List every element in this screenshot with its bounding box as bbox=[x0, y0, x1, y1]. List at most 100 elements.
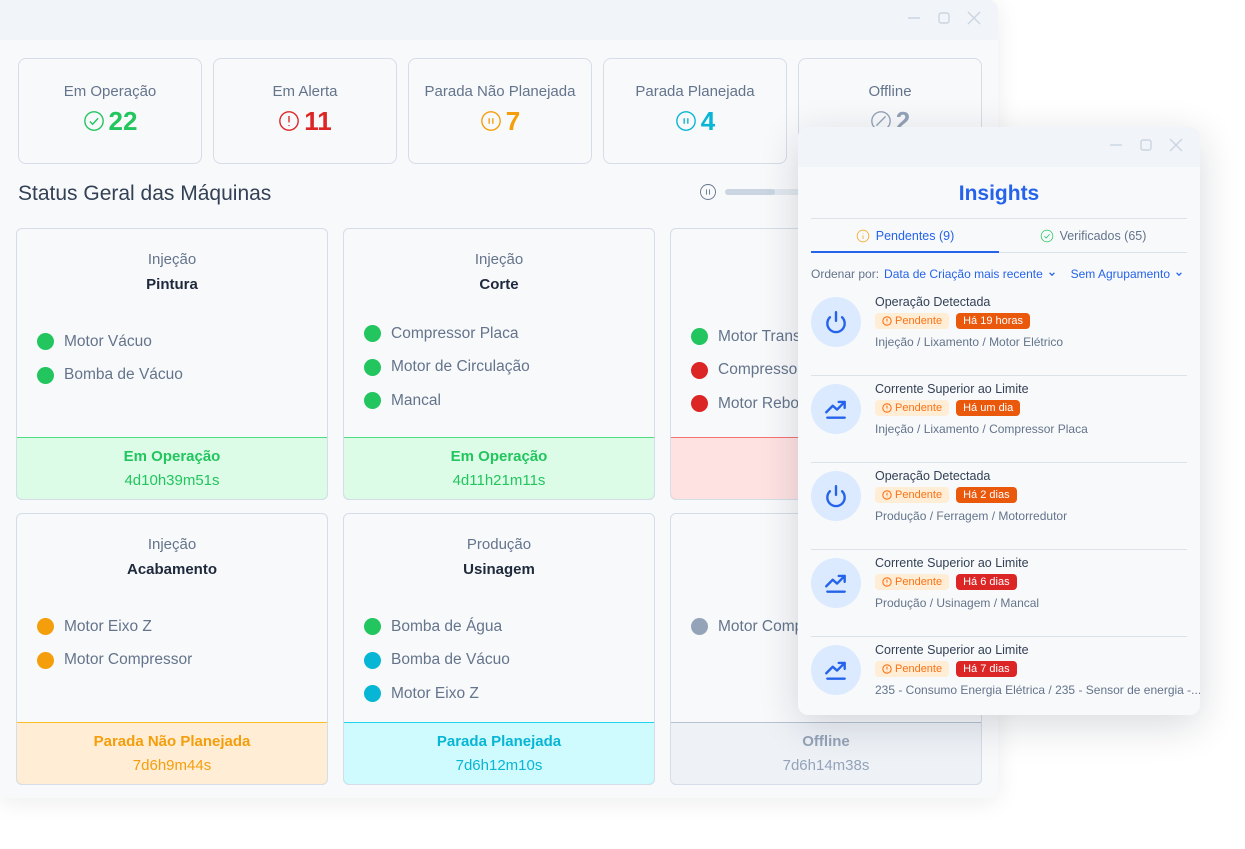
component-item: Motor Compressor bbox=[37, 644, 327, 678]
power-icon bbox=[826, 485, 846, 508]
summary-card-em-alerta[interactable]: Em Alerta 11 bbox=[213, 58, 397, 164]
status-dot bbox=[37, 651, 54, 669]
maximize-icon bbox=[1140, 139, 1152, 151]
insight-item[interactable]: Operação Detectada Pendente Há 2 dias Pr… bbox=[811, 463, 1187, 550]
machine-card[interactable]: Produção Usinagem Bomba de Água Bomba de… bbox=[343, 513, 655, 785]
status-dot bbox=[691, 395, 708, 413]
summary-card-parada-planejada[interactable]: Parada Planejada 4 bbox=[603, 58, 787, 164]
status-dot bbox=[37, 333, 54, 351]
insights-title-bar bbox=[798, 127, 1200, 167]
chevron-down-icon bbox=[1048, 272, 1055, 277]
status-label: Em Operação bbox=[123, 448, 221, 465]
status-label: Parada Planejada bbox=[436, 733, 562, 750]
machine-name: Acabamento bbox=[126, 561, 218, 578]
status-duration: 7d6h14m38s bbox=[782, 757, 870, 774]
summary-label: Parada Planejada bbox=[635, 83, 755, 100]
machine-card[interactable]: Injeção Pintura Motor Vácuo Bomba de Vác… bbox=[16, 228, 328, 500]
insight-icon-wrap bbox=[811, 645, 861, 695]
insight-title: Corrente Superior ao Limite bbox=[875, 382, 1029, 396]
component-list: Bomba de Água Bomba de Vácuo Motor Eixo … bbox=[344, 610, 654, 711]
status-duration: 4d11h21m11s bbox=[452, 472, 546, 489]
pending-label: Pendente bbox=[895, 402, 943, 414]
status-duration: 7d6h9m44s bbox=[132, 757, 212, 774]
pause-circle-icon bbox=[675, 111, 696, 131]
insight-item[interactable]: Corrente Superior ao Limite Pendente Há … bbox=[811, 550, 1187, 637]
machine-area: Injeção bbox=[147, 251, 197, 268]
alert-circle-icon bbox=[882, 316, 892, 326]
component-name: Mancal bbox=[391, 391, 441, 409]
trending-up-icon bbox=[825, 400, 846, 419]
pending-badge: Pendente bbox=[875, 574, 950, 590]
close-button[interactable] bbox=[966, 10, 982, 26]
tab-verificados[interactable]: Verificados (65) bbox=[999, 219, 1187, 252]
machine-card[interactable]: Injeção Corte Compressor Placa Motor de … bbox=[343, 228, 655, 500]
insight-icon-wrap bbox=[811, 558, 861, 608]
group-dropdown[interactable]: Sem Agrupamento bbox=[1071, 267, 1183, 281]
title-bar bbox=[0, 0, 998, 40]
machine-name: Usinagem bbox=[463, 561, 535, 578]
component-item: Motor Vácuo bbox=[37, 325, 327, 359]
component-item: Bomba de Água bbox=[364, 610, 654, 644]
insights-close-button[interactable] bbox=[1168, 137, 1184, 153]
component-item: Motor Eixo Z bbox=[364, 677, 654, 711]
status-footer: Parada Não Planejada 7d6h9m44s bbox=[17, 722, 327, 784]
status-duration: 7d6h12m10s bbox=[455, 757, 543, 774]
tab-pendentes[interactable]: Pendentes (9) bbox=[811, 219, 999, 253]
machine-card[interactable]: Injeção Acabamento Motor Eixo Z Motor Co… bbox=[16, 513, 328, 785]
status-dot bbox=[364, 392, 381, 410]
sort-dropdown[interactable]: Data de Criação mais recente bbox=[884, 267, 1056, 281]
machine-area: Produção bbox=[466, 536, 532, 553]
component-item: Bomba de Vácuo bbox=[364, 644, 654, 678]
component-list: Compressor Placa Motor de Circulação Man… bbox=[344, 317, 654, 418]
machine-name: Pintura bbox=[146, 276, 198, 293]
insights-minimize-button[interactable] bbox=[1108, 137, 1124, 153]
minimize-button[interactable] bbox=[906, 10, 922, 26]
insight-path: 235 - Consumo Energia Elétrica / 235 - S… bbox=[875, 683, 1200, 697]
status-footer: Em Operação 4d10h39m51s bbox=[17, 437, 327, 499]
power-icon bbox=[826, 311, 846, 334]
component-name: Motor Eixo Z bbox=[64, 617, 152, 635]
pause-circle-icon bbox=[700, 184, 716, 200]
insight-item[interactable]: Operação Detectada Pendente Há 19 horas … bbox=[811, 289, 1187, 376]
carousel-pause-button[interactable] bbox=[699, 183, 717, 201]
machine-area: Injeção bbox=[474, 251, 524, 268]
alert-circle-icon bbox=[882, 577, 892, 587]
insight-icon-wrap bbox=[811, 471, 861, 521]
status-footer: Parada Planejada 7d6h12m10s bbox=[344, 722, 654, 784]
summary-card-parada-nao-planejada[interactable]: Parada Não Planejada 7 bbox=[408, 58, 592, 164]
status-dot bbox=[364, 325, 381, 343]
pending-badge: Pendente bbox=[875, 661, 950, 677]
component-name: Motor Rebo bbox=[718, 394, 799, 412]
insight-item[interactable]: Corrente Superior ao Limite Pendente Há … bbox=[811, 637, 1200, 715]
pending-badge: Pendente bbox=[875, 313, 950, 329]
component-item: Motor Eixo Z bbox=[37, 610, 327, 644]
summary-label: Em Operação bbox=[63, 83, 157, 100]
insight-item[interactable]: Corrente Superior ao Limite Pendente Há … bbox=[811, 376, 1187, 463]
insights-title: Insights bbox=[958, 182, 1040, 205]
component-name: Bomba de Água bbox=[391, 617, 503, 635]
alert-circle-icon bbox=[279, 111, 300, 131]
age-badge: Há um dia bbox=[956, 400, 1021, 416]
summary-card-em-operacao[interactable]: Em Operação 22 bbox=[18, 58, 202, 164]
component-name: Bomba de Vácuo bbox=[391, 651, 510, 669]
maximize-button[interactable] bbox=[936, 10, 952, 26]
carousel-progress-fill bbox=[725, 189, 775, 195]
component-item: Mancal bbox=[364, 384, 654, 418]
component-name: Bomba de Vácuo bbox=[64, 366, 183, 384]
insights-maximize-button[interactable] bbox=[1138, 137, 1154, 153]
insight-path: Produção / Ferragem / Motorredutor bbox=[875, 509, 1068, 523]
summary-label: Offline bbox=[868, 83, 912, 100]
status-dot bbox=[364, 618, 381, 636]
insight-icon-wrap bbox=[811, 297, 861, 347]
sort-row: Ordenar por: Data de Criação mais recent… bbox=[811, 267, 1187, 281]
component-name: Motor de Circulação bbox=[391, 358, 530, 376]
status-dot bbox=[37, 618, 54, 636]
component-name: Motor Trans bbox=[718, 327, 801, 345]
status-dot bbox=[691, 618, 708, 636]
maximize-icon bbox=[938, 12, 950, 24]
group-value: Sem Agrupamento bbox=[1070, 267, 1170, 281]
machine-area: Injeção bbox=[147, 536, 197, 553]
status-dot bbox=[691, 328, 708, 346]
tab-label: Verificados (65) bbox=[1059, 228, 1147, 243]
insight-title: Operação Detectada bbox=[875, 469, 991, 483]
